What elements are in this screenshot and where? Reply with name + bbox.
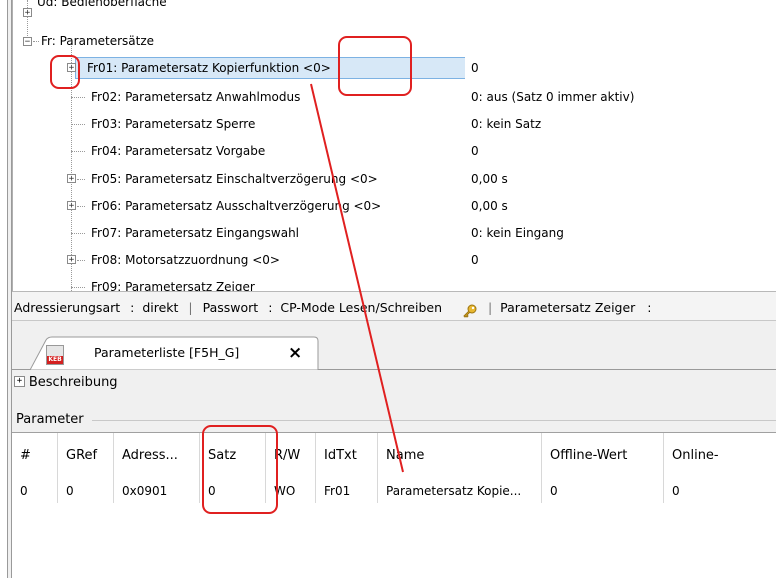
annotation-arrow [310, 83, 404, 473]
